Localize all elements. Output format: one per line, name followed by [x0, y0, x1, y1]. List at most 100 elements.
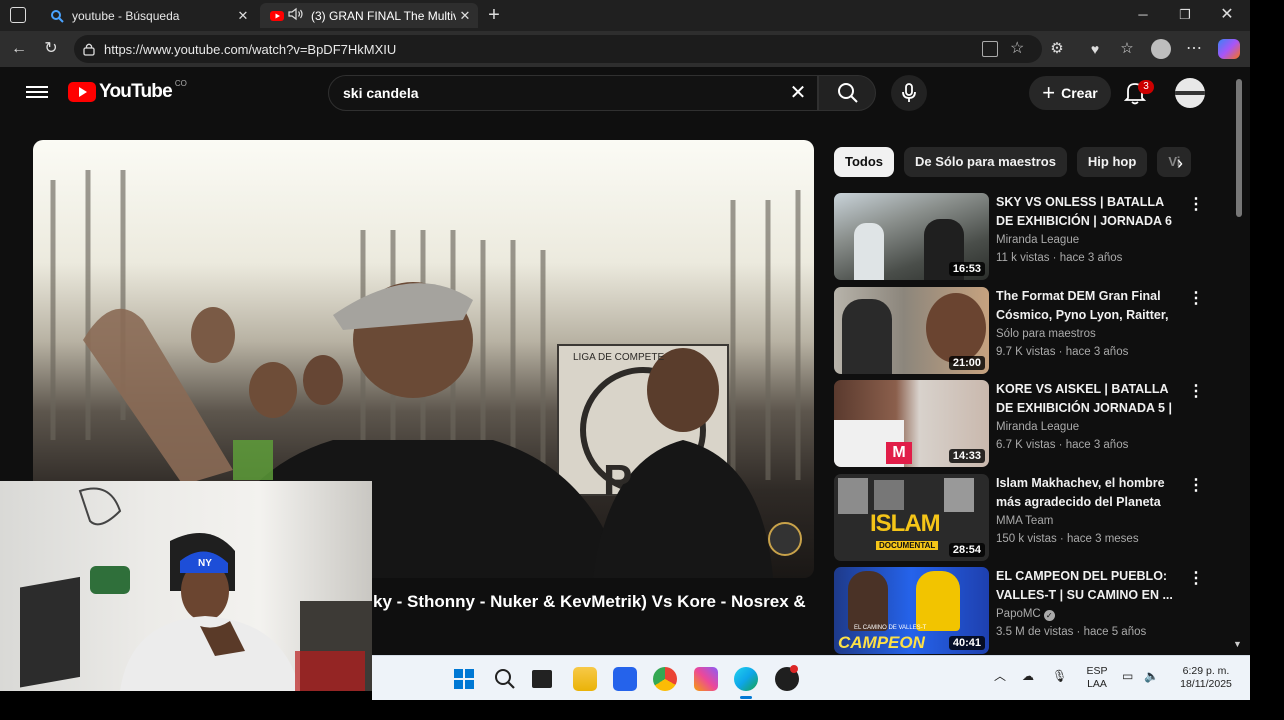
keyboard-layout: LAA [1087, 678, 1107, 690]
tab-title: youtube - Búsqueda [72, 8, 180, 23]
youtube-play-icon [68, 82, 96, 102]
related-video[interactable]: EL CAMINO DE VALLES-T CAMPEON 40:41 EL C… [834, 567, 1204, 655]
taskbar-search-icon[interactable] [494, 668, 516, 690]
channel-name[interactable]: Miranda League [996, 231, 1182, 249]
microsoft-store-icon[interactable] [613, 667, 637, 691]
related-video[interactable]: ISLAM DOCUMENTAL 28:54 Islam Makhachev, … [834, 474, 1204, 562]
related-video[interactable]: 16:53 SKY VS ONLESS | BATALLA DE EXHIBIC… [834, 193, 1204, 281]
channel-watermark-icon[interactable] [768, 522, 802, 556]
close-tab-icon[interactable]: ✕ [234, 8, 252, 24]
channel-name[interactable]: MMA Team [996, 512, 1182, 530]
youtube-logo[interactable]: YouTube CO [68, 79, 187, 103]
network-icon[interactable]: ▭ [1122, 670, 1133, 683]
copilot-icon[interactable] [1218, 39, 1240, 59]
extensions-icon[interactable]: ⚙ [1046, 38, 1068, 60]
active-app-indicator [740, 696, 752, 699]
search-box[interactable]: ski candela ✕ [328, 75, 818, 111]
browser-tab-bar: youtube - Búsqueda ✕ (3) GRAN FINAL The … [0, 0, 1250, 31]
related-video-title[interactable]: EL CAMPEON DEL PUEBLO: VALLES-T | SU CAM… [996, 567, 1182, 605]
split-screen-icon[interactable] [982, 41, 998, 57]
video-thumbnail[interactable]: EL CAMINO DE VALLES-T CAMPEON 40:41 [834, 567, 989, 654]
instagram-icon[interactable] [694, 667, 718, 691]
related-video[interactable]: M 14:33 KORE VS AISKEL | BATALLA DE EXHI… [834, 380, 1204, 468]
channel-name[interactable]: Miranda League [996, 418, 1182, 436]
view-count: 6.7 K vistas [996, 439, 1056, 451]
chip-solo-para-maestros[interactable]: De Sólo para maestros [904, 147, 1067, 177]
more-options-icon[interactable]: ⋯ [1183, 38, 1205, 60]
more-actions-icon[interactable]: ⋮ [1188, 569, 1204, 589]
video-thumbnail[interactable]: ISLAM DOCUMENTAL 28:54 [834, 474, 989, 561]
language-indicator[interactable]: ESP LAA [1080, 665, 1114, 691]
video-thumbnail[interactable]: 21:00 [834, 287, 989, 374]
onedrive-icon[interactable]: ☁ [1022, 670, 1034, 683]
thumbnail-caption: ISLAM [870, 510, 941, 537]
reload-icon[interactable]: ↻ [40, 38, 62, 60]
related-video-title[interactable]: The Format DEM Gran Final Cósmico, Pyno … [996, 287, 1182, 325]
video-title: ky - Sthonny - Nuker & KevMetrik) Vs Kor… [373, 592, 806, 611]
video-thumbnail[interactable]: M 14:33 [834, 380, 989, 467]
upload-age: hace 3 años [1059, 252, 1123, 264]
address-bar[interactable]: https://www.youtube.com/watch?v=BpDF7HkM… [74, 35, 1042, 63]
video-stats: 6.7 K vistas · hace 3 años [996, 439, 1129, 451]
plus-icon: + [1042, 80, 1056, 105]
chip-todos[interactable]: Todos [834, 147, 895, 177]
tab-search[interactable]: youtube - Búsqueda ✕ [40, 3, 256, 28]
voice-search-button[interactable] [891, 75, 927, 111]
more-actions-icon[interactable]: ⋮ [1188, 289, 1204, 309]
video-stats: 11 k vistas · hace 3 años [996, 252, 1123, 264]
bing-search-icon [50, 9, 64, 23]
windows-start-icon[interactable] [454, 669, 474, 689]
favorite-star-icon[interactable]: ☆ [1010, 38, 1024, 58]
edge-icon[interactable] [734, 667, 758, 691]
duration-badge: 28:54 [948, 543, 985, 557]
account-avatar[interactable] [1175, 78, 1205, 108]
app-notification-dot-icon [790, 665, 798, 673]
hamburger-menu-icon[interactable] [26, 83, 48, 101]
duration-badge: 40:41 [948, 636, 985, 650]
more-actions-icon[interactable]: ⋮ [1188, 476, 1204, 496]
video-thumbnail[interactable]: 16:53 [834, 193, 989, 280]
tab-video[interactable]: (3) GRAN FINAL The Multiverse ✕ [260, 3, 478, 28]
page-scrollbar[interactable] [1236, 79, 1242, 217]
create-button[interactable]: + Crear [1029, 76, 1111, 110]
microphone-tray-icon[interactable]: 🎙 [1052, 670, 1067, 683]
related-video-title[interactable]: KORE VS AISKEL | BATALLA DE EXHIBICIÓN J… [996, 380, 1182, 418]
country-code: CO [174, 79, 187, 88]
chevron-right-icon[interactable]: › [1168, 151, 1192, 175]
clock[interactable]: 6:29 p. m. 18/11/2025 [1168, 665, 1244, 691]
close-tab-icon[interactable]: ✕ [456, 8, 474, 24]
verified-badge-icon: ✓ [1043, 610, 1055, 621]
back-icon[interactable]: ← [8, 38, 30, 60]
related-video[interactable]: 21:00 The Format DEM Gran Final Cósmico,… [834, 287, 1204, 375]
restore-button[interactable]: ❐ [1168, 4, 1202, 26]
more-actions-icon[interactable]: ⋮ [1188, 382, 1204, 402]
show-hidden-icons-icon[interactable]: ︿ [994, 670, 1006, 683]
volume-icon[interactable]: 🔈 [1144, 670, 1159, 683]
chrome-icon[interactable] [653, 667, 677, 691]
tab-actions-icon[interactable] [10, 7, 26, 23]
thumbnail-caption: DOCUMENTAL [876, 541, 939, 550]
channel-name[interactable]: PapoMC ✓ [996, 605, 1182, 623]
clear-search-icon[interactable]: ✕ [785, 80, 811, 106]
favorites-icon[interactable]: ☆ [1116, 38, 1138, 60]
speaker-icon[interactable] [288, 7, 306, 24]
profile-icon[interactable] [1151, 39, 1171, 59]
related-video-title[interactable]: Islam Makhachev, el hombre más agradecid… [996, 474, 1182, 512]
minimize-button[interactable]: ─ [1126, 4, 1160, 26]
more-actions-icon[interactable]: ⋮ [1188, 195, 1204, 215]
channel-name[interactable]: Sólo para maestros [996, 325, 1182, 343]
file-explorer-icon[interactable] [573, 667, 597, 691]
browser-essentials-icon[interactable]: ♥ [1084, 38, 1106, 60]
chip-hip-hop[interactable]: Hip hop [1076, 147, 1148, 177]
search-button[interactable] [818, 75, 876, 111]
banner-text: LIGA DE COMPETE [573, 352, 664, 363]
task-view-icon[interactable] [532, 670, 552, 688]
language-code: ESP [1086, 665, 1108, 677]
close-window-button[interactable]: ✕ [1210, 4, 1244, 26]
scroll-down-arrow-icon[interactable]: ▼ [1233, 639, 1242, 649]
related-video-title[interactable]: SKY VS ONLESS | BATALLA DE EXHIBICIÓN | … [996, 193, 1182, 231]
site-info-icon[interactable] [82, 42, 96, 56]
new-tab-button[interactable]: + [482, 3, 506, 27]
screen-edge [1250, 0, 1284, 720]
search-input[interactable]: ski candela [343, 85, 419, 101]
